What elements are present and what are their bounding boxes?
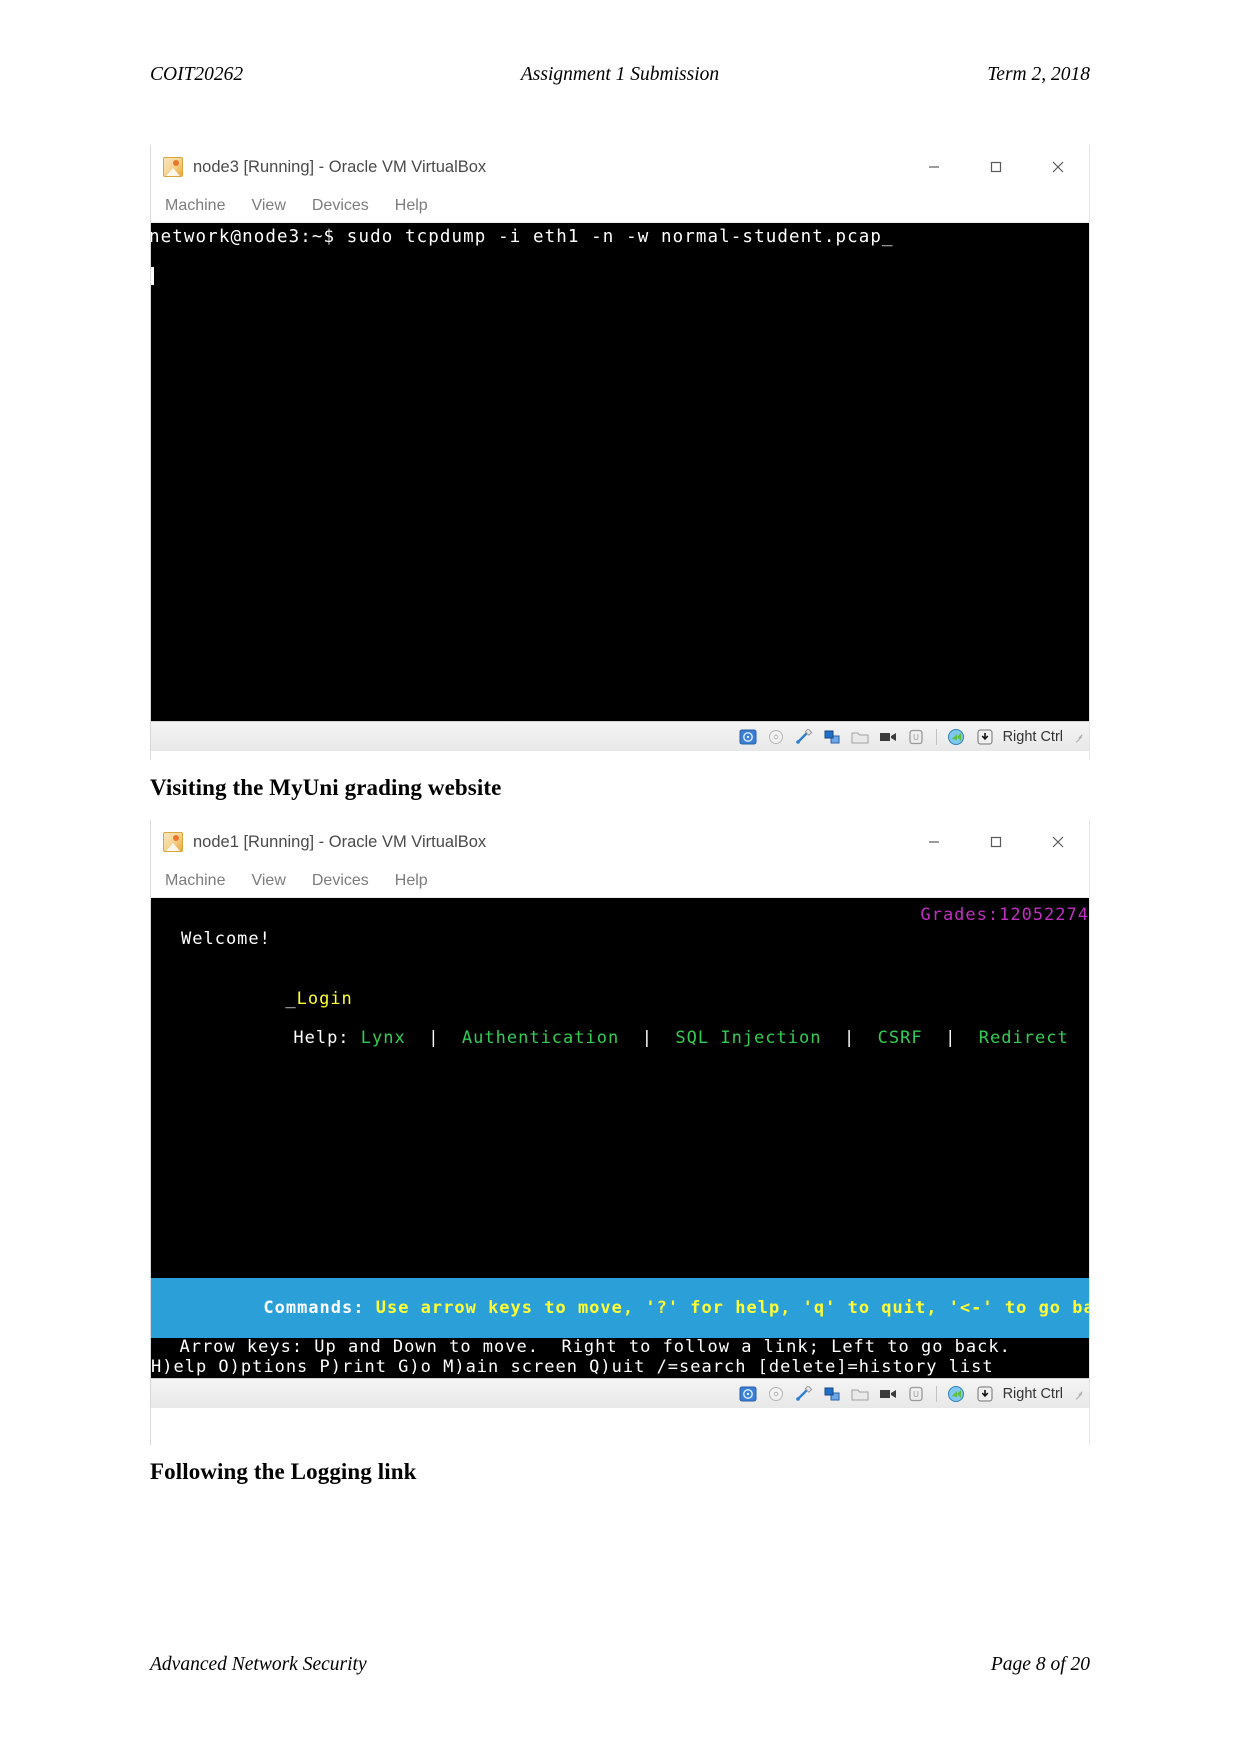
window-titlebar: node3 [Running] - Oracle VM VirtualBox	[151, 145, 1089, 189]
lynx-separator: |	[821, 1028, 878, 1049]
lynx-link-csrf[interactable]: CSRF	[878, 1028, 923, 1048]
window-title: node3 [Running] - Oracle VM VirtualBox	[193, 157, 487, 176]
host-key-icon[interactable]	[974, 1384, 996, 1404]
guest-additions-icon[interactable]: U	[905, 1384, 927, 1404]
guest-additions-icon[interactable]: U	[905, 727, 927, 747]
lynx-link-redirect[interactable]: Redirect	[979, 1028, 1069, 1048]
caption-following-logging-link: Following the Logging link	[150, 1459, 417, 1484]
lynx-page-title: Grades:12052274	[920, 905, 1089, 925]
terminal-cursor	[151, 267, 154, 285]
lynx-status-bar: Commands: Use arrow keys to move, '?' fo…	[151, 1278, 1089, 1338]
lynx-heading-welcome: Welcome!	[181, 929, 271, 949]
shared-folders-icon[interactable]	[849, 1384, 871, 1404]
usb-icon[interactable]	[793, 1384, 815, 1404]
window-menubar: Machine View Devices Help	[151, 864, 1089, 898]
hard-disk-icon[interactable]	[737, 727, 759, 747]
lynx-separator: |	[405, 1028, 462, 1049]
document-header: COIT20262 Assignment 1 Submission Term 2…	[150, 64, 1090, 86]
lynx-separator: |	[619, 1028, 676, 1049]
remote-display-icon[interactable]	[946, 727, 968, 747]
optical-disk-icon[interactable]	[765, 1384, 787, 1404]
lynx-status-text: Use arrow keys to move, '?' for help, 'q…	[364, 1298, 1089, 1318]
shared-folders-icon[interactable]	[849, 727, 871, 747]
header-title: Assignment 1 Submission	[520, 64, 720, 85]
lynx-browser: Grades:12052274 Welcome! _Login Help: Ly…	[151, 898, 1089, 1378]
maximize-icon[interactable]	[965, 827, 1027, 857]
menu-item-machine[interactable]: Machine	[165, 197, 225, 215]
close-icon[interactable]	[1027, 827, 1089, 857]
virtualbox-icon	[163, 832, 183, 852]
virtualbox-window-node1[interactable]: node1 [Running] - Oracle VM VirtualBox M…	[150, 820, 1090, 1445]
remote-display-icon[interactable]	[946, 1384, 968, 1404]
network-icon[interactable]	[821, 1384, 843, 1404]
menu-item-help[interactable]: Help	[395, 197, 428, 215]
footer-unit-name: Advanced Network Security	[150, 1654, 367, 1675]
lynx-link-authentication[interactable]: Authentication	[462, 1028, 619, 1048]
menu-item-view[interactable]: View	[251, 197, 285, 215]
lynx-help-label: Help:	[293, 1028, 361, 1049]
close-icon[interactable]	[1027, 152, 1089, 182]
footer-page-number: Page 8 of 20	[990, 1654, 1090, 1675]
svg-text:U: U	[913, 1390, 919, 1399]
window-controls	[903, 827, 1089, 857]
usb-icon[interactable]	[793, 727, 815, 747]
lynx-link-lynx[interactable]: Lynx	[361, 1028, 406, 1048]
svg-text:U: U	[913, 733, 919, 742]
guest-screen-lynx[interactable]: Grades:12052274 Welcome! _Login Help: Ly…	[151, 898, 1089, 1378]
hard-disk-icon[interactable]	[737, 1384, 759, 1404]
lynx-help-links-row: Help: Lynx | Authentication | SQL Inject…	[181, 1005, 1069, 1071]
statusbar-divider	[935, 728, 937, 745]
menu-item-machine[interactable]: Machine	[165, 872, 225, 890]
optical-disk-icon[interactable]	[765, 727, 787, 747]
maximize-icon[interactable]	[965, 152, 1027, 182]
resize-grip-icon[interactable]	[1071, 1388, 1083, 1400]
minimize-icon[interactable]	[903, 827, 965, 857]
virtualbox-window-node3[interactable]: node3 [Running] - Oracle VM VirtualBox M…	[150, 145, 1090, 760]
document-footer: Advanced Network Security Page 8 of 20	[150, 1654, 1090, 1676]
header-course-code: COIT20262	[150, 64, 244, 85]
host-key-label: Right Ctrl	[1002, 728, 1063, 745]
window-statusbar: U Right Ctrl	[151, 721, 1089, 751]
terminal-command-line: network@node3:~$ sudo tcpdump -i eth1 -n…	[151, 227, 894, 247]
video-capture-icon[interactable]	[877, 1384, 899, 1404]
lynx-link-sql-injection[interactable]: SQL Injection	[675, 1028, 821, 1048]
window-titlebar: node1 [Running] - Oracle VM VirtualBox	[151, 820, 1089, 864]
menu-item-help[interactable]: Help	[395, 872, 428, 890]
minimize-icon[interactable]	[903, 152, 965, 182]
window-title: node1 [Running] - Oracle VM VirtualBox	[193, 832, 487, 851]
menu-item-devices[interactable]: Devices	[312, 197, 369, 215]
window-statusbar: U Right Ctrl	[151, 1378, 1089, 1408]
lynx-separator: |	[922, 1028, 979, 1049]
menu-item-view[interactable]: View	[251, 872, 285, 890]
window-controls	[903, 152, 1089, 182]
caption-visiting-myuni: Visiting the MyUni grading website	[150, 775, 502, 800]
menu-item-devices[interactable]: Devices	[312, 872, 369, 890]
host-key-label: Right Ctrl	[1002, 1385, 1063, 1402]
lynx-help-line-1: Arrow keys: Up and Down to move. Right t…	[157, 1337, 1011, 1357]
resize-grip-icon[interactable]	[1071, 731, 1083, 743]
header-term: Term 2, 2018	[987, 64, 1090, 85]
lynx-status-prefix: Commands:	[263, 1298, 365, 1318]
statusbar-divider	[935, 1385, 937, 1402]
window-menubar: Machine View Devices Help	[151, 189, 1089, 223]
guest-screen-terminal[interactable]: network@node3:~$ sudo tcpdump -i eth1 -n…	[151, 223, 1089, 721]
document-page: COIT20262 Assignment 1 Submission Term 2…	[0, 0, 1241, 1754]
lynx-help-line-2: H)elp O)ptions P)rint G)o M)ain screen Q…	[151, 1357, 994, 1377]
network-icon[interactable]	[821, 727, 843, 747]
video-capture-icon[interactable]	[877, 727, 899, 747]
virtualbox-icon	[163, 157, 183, 177]
host-key-icon[interactable]	[974, 727, 996, 747]
